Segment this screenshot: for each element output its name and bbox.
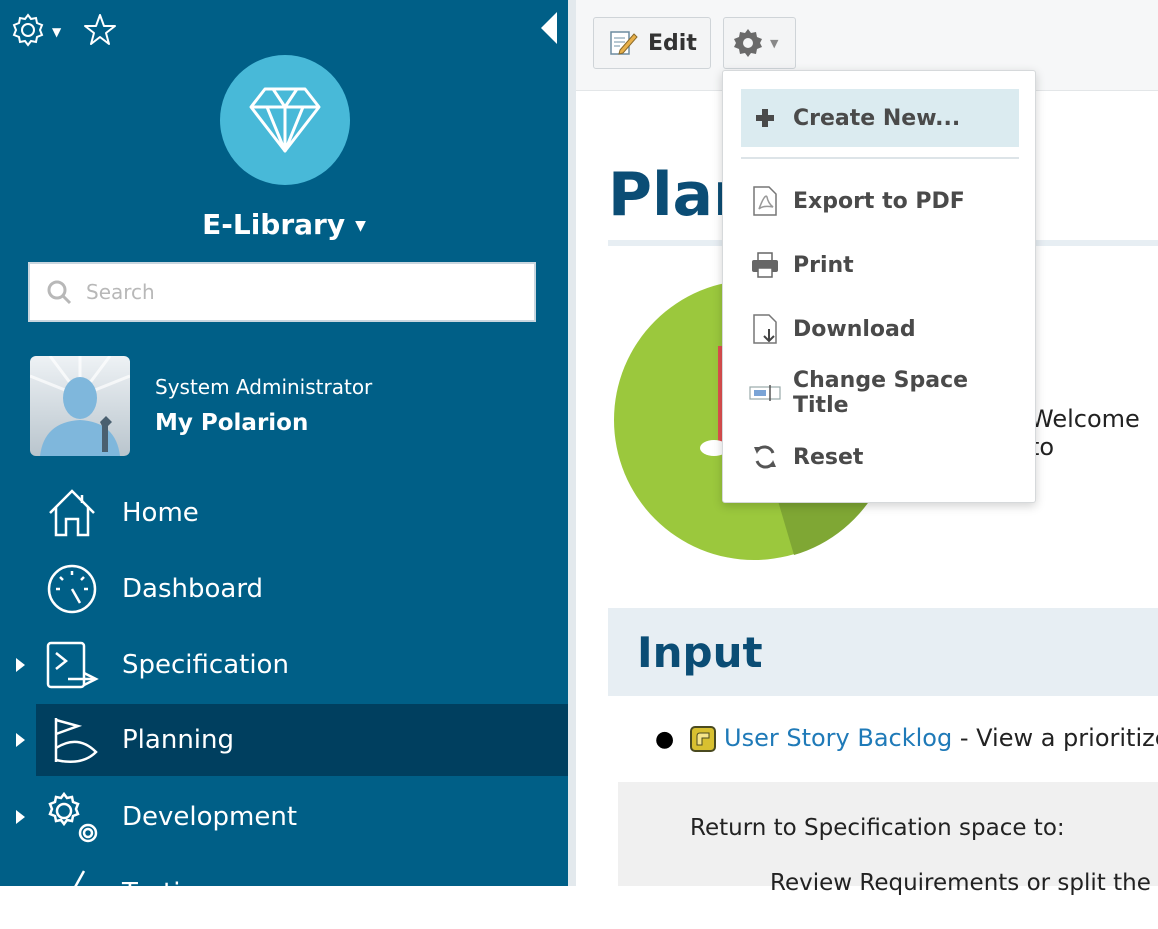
rename-title-icon	[749, 377, 781, 409]
nav-label: Development	[122, 802, 298, 832]
review-text: Review Requirements or split the	[770, 870, 1151, 896]
expand-arrow-icon[interactable]	[16, 658, 25, 672]
nav-item-testing[interactable]: Testing	[0, 857, 568, 929]
settings-gear-icon[interactable]	[10, 12, 46, 52]
chevron-down-icon: ▼	[770, 36, 779, 50]
testing-icon	[44, 867, 100, 919]
printer-icon	[749, 249, 781, 281]
nav-label: Testing	[122, 878, 214, 908]
user-name: System Administrator	[155, 375, 373, 399]
diamond-icon	[249, 87, 321, 153]
menu-item-download[interactable]: Download	[741, 300, 1019, 358]
project-selector[interactable]: E-Library ▼	[0, 208, 568, 241]
nav-item-planning[interactable]: Planning	[16, 704, 568, 776]
expand-arrow-icon[interactable]	[16, 810, 25, 824]
menu-label: Create New...	[793, 105, 961, 131]
return-text: Return to Specification space to:	[690, 815, 1065, 841]
nav-item-development[interactable]: Development	[0, 781, 568, 853]
menu-item-change-space-title[interactable]: Change Space Title	[741, 364, 1019, 422]
menu-divider	[741, 157, 1019, 159]
menu-item-create-new[interactable]: Create New...	[741, 89, 1019, 147]
menu-item-export-pdf[interactable]: Export to PDF	[741, 172, 1019, 230]
home-icon	[44, 487, 100, 539]
search-box[interactable]	[28, 262, 536, 322]
specification-icon	[44, 639, 100, 691]
backlog-line: User Story Backlog - View a prioritize	[724, 724, 1158, 752]
page-actions-menu: Create New... Export to PDF Print Downlo…	[722, 70, 1036, 503]
pdf-icon	[749, 185, 781, 217]
project-logo	[220, 55, 350, 185]
my-polarion-link[interactable]: My Polarion	[155, 410, 308, 436]
collapse-sidebar-icon[interactable]	[541, 12, 557, 44]
welcome-text: Welcome to	[1030, 405, 1140, 461]
edit-pencil-icon	[610, 31, 638, 55]
plus-icon	[749, 102, 781, 134]
user-story-backlog-link[interactable]: User Story Backlog	[724, 724, 952, 752]
search-input[interactable]	[84, 279, 508, 305]
expand-arrow-icon[interactable]	[16, 886, 25, 900]
reset-refresh-icon	[749, 441, 781, 473]
development-gears-icon	[44, 791, 100, 843]
backlog-description: - View a prioritize	[952, 724, 1158, 752]
nav-item-home[interactable]: Home	[0, 477, 568, 549]
menu-label: Download	[793, 316, 916, 342]
nav-item-dashboard[interactable]: Dashboard	[0, 553, 568, 625]
sidebar-splitter[interactable]	[568, 0, 576, 886]
bullet-icon: ●	[655, 727, 675, 752]
menu-label: Print	[793, 252, 854, 278]
download-icon	[749, 313, 781, 345]
edit-label: Edit	[648, 30, 697, 56]
sidebar: ▼ E-Library ▼ System Administrator My Pol…	[0, 0, 568, 908]
settings-caret-icon[interactable]: ▼	[52, 25, 61, 39]
user-avatar[interactable]	[30, 356, 130, 456]
edit-button[interactable]: Edit	[593, 17, 711, 69]
user-story-icon	[690, 726, 716, 752]
input-heading: Input	[637, 628, 763, 677]
menu-item-reset[interactable]: Reset	[741, 428, 1019, 486]
menu-label: Export to PDF	[793, 188, 965, 214]
gear-icon	[734, 29, 762, 57]
project-name: E-Library	[202, 208, 346, 241]
nav-label: Specification	[122, 650, 289, 680]
search-icon	[47, 280, 72, 305]
menu-item-print[interactable]: Print	[741, 236, 1019, 294]
sidebar-top-icons: ▼	[10, 12, 117, 52]
menu-label: Change Space Title	[793, 368, 969, 418]
nav-label: Planning	[122, 725, 234, 755]
star-icon[interactable]	[83, 13, 117, 51]
expand-arrow-icon[interactable]	[16, 733, 25, 747]
planning-flag-icon	[44, 714, 100, 766]
page-actions-button[interactable]: ▼	[723, 17, 796, 69]
nav-label: Dashboard	[122, 574, 264, 604]
dashboard-gauge-icon	[44, 563, 100, 615]
project-caret-icon: ▼	[355, 218, 366, 234]
menu-label: Reset	[793, 444, 864, 470]
nav-label: Home	[122, 498, 199, 528]
nav-item-specification[interactable]: Specification	[0, 629, 568, 701]
